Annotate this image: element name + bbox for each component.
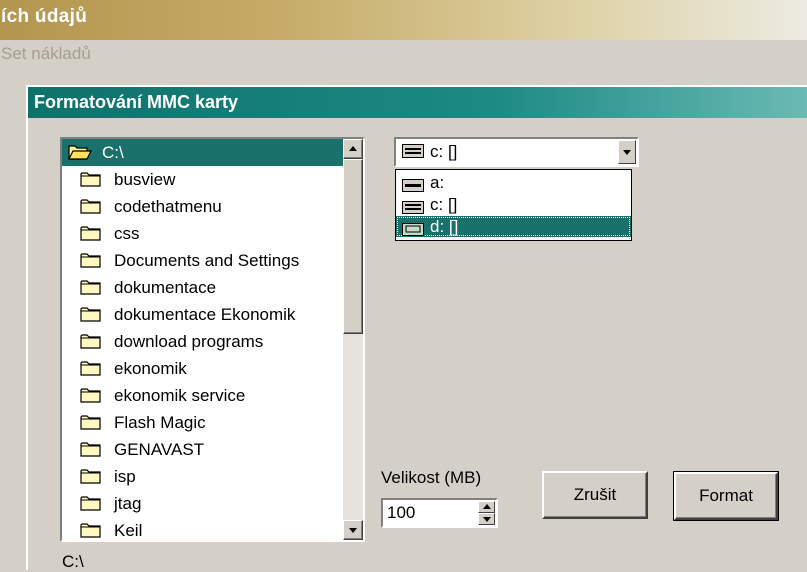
scroll-thumb[interactable] (343, 159, 363, 334)
folder-icon (80, 385, 102, 412)
directory-list[interactable]: C:\ busview codethatmenu css Documents and S… (60, 137, 365, 542)
directory-item-label: Documents and Settings (114, 251, 300, 270)
directory-item[interactable]: ekonomik service (62, 382, 346, 409)
size-spinbox[interactable]: 100 (381, 498, 498, 528)
drive-option-label: c: [] (430, 195, 458, 214)
directory-item-label: Flash Magic (114, 413, 206, 432)
directory-item[interactable]: Documents and Settings (62, 247, 346, 274)
directory-item[interactable]: isp (62, 463, 346, 490)
open-folder-icon (68, 142, 92, 169)
drive-dropdown-list[interactable]: a: c: [] d: [] (395, 169, 632, 241)
folder-icon (80, 196, 102, 223)
folder-icon (80, 277, 102, 304)
dialog-title: Formatování MMC karty (34, 92, 239, 112)
directory-item-label: Keil (114, 521, 143, 540)
directory-item-label: ekonomik service (114, 386, 246, 405)
outer-window-title-text: ích údajů (1, 6, 88, 27)
size-increase-button[interactable] (478, 501, 495, 513)
directory-item[interactable]: download programs (62, 328, 346, 355)
cancel-button[interactable]: Zrušit (542, 471, 648, 519)
scroll-down-button[interactable] (343, 520, 363, 540)
drive-option[interactable]: d: [] (396, 216, 631, 237)
hard-drive-icon (402, 144, 424, 158)
dialog-title-bar: Formatování MMC karty (28, 87, 807, 118)
directory-item-label: busview (114, 170, 176, 189)
directory-item[interactable]: codethatmenu (62, 193, 346, 220)
directory-item-label: dokumentace (114, 278, 217, 297)
folder-icon (80, 466, 102, 493)
folder-icon (80, 223, 102, 250)
drive-option[interactable]: c: [] (396, 194, 631, 215)
directory-item[interactable]: busview (62, 166, 346, 193)
directory-item-label: css (114, 224, 140, 243)
directory-item[interactable]: C:\ (62, 139, 346, 166)
directory-item[interactable]: dokumentace Ekonomik (62, 301, 346, 328)
drive-option-label: a: (430, 173, 445, 192)
directory-scrollbar[interactable] (343, 139, 363, 540)
folder-icon (80, 169, 102, 196)
size-label: Velikost (MB) (381, 468, 482, 487)
outer-window-subtitle: Set nákladů (1, 44, 91, 63)
directory-item-label: ekonomik (114, 359, 187, 378)
scroll-up-button[interactable] (343, 139, 363, 159)
drive-option[interactable]: a: (396, 172, 631, 193)
size-decrease-button[interactable] (478, 513, 495, 525)
current-path-label: C:\ (62, 552, 84, 571)
directory-item-label: isp (114, 467, 136, 486)
size-value: 100 (387, 503, 416, 522)
folder-icon (80, 331, 102, 358)
directory-item-label: codethatmenu (114, 197, 222, 216)
drive-dropdown-button[interactable] (618, 140, 636, 164)
folder-icon (80, 493, 102, 520)
folder-icon (80, 358, 102, 385)
directory-item[interactable]: Flash Magic (62, 409, 346, 436)
directory-item[interactable]: css (62, 220, 346, 247)
directory-item[interactable]: jtag (62, 490, 346, 517)
outer-window-title: ích údajů (0, 0, 807, 40)
directory-item[interactable]: ekonomik (62, 355, 346, 382)
directory-item[interactable]: GENAVAST (62, 436, 346, 463)
removable-drive-icon (402, 220, 424, 241)
folder-icon (80, 304, 102, 331)
directory-item-label: dokumentace Ekonomik (114, 305, 296, 324)
directory-item-label: C:\ (102, 143, 124, 162)
directory-item[interactable]: dokumentace (62, 274, 346, 301)
folder-icon (80, 439, 102, 466)
directory-item-label: jtag (114, 494, 142, 513)
format-button[interactable]: Format (673, 471, 779, 521)
drive-option-label: d: [] (430, 217, 459, 236)
drive-combobox[interactable]: c: [] (394, 137, 639, 167)
format-dialog: Formatování MMC karty C:\ busview codethat… (26, 85, 807, 571)
drive-combobox-value: c: [] (430, 142, 458, 161)
directory-item[interactable]: Keil (62, 517, 346, 540)
directory-item-label: download programs (114, 332, 264, 351)
directory-item-label: GENAVAST (114, 440, 205, 459)
folder-icon (80, 520, 102, 540)
folder-icon (80, 250, 102, 277)
folder-icon (80, 412, 102, 439)
